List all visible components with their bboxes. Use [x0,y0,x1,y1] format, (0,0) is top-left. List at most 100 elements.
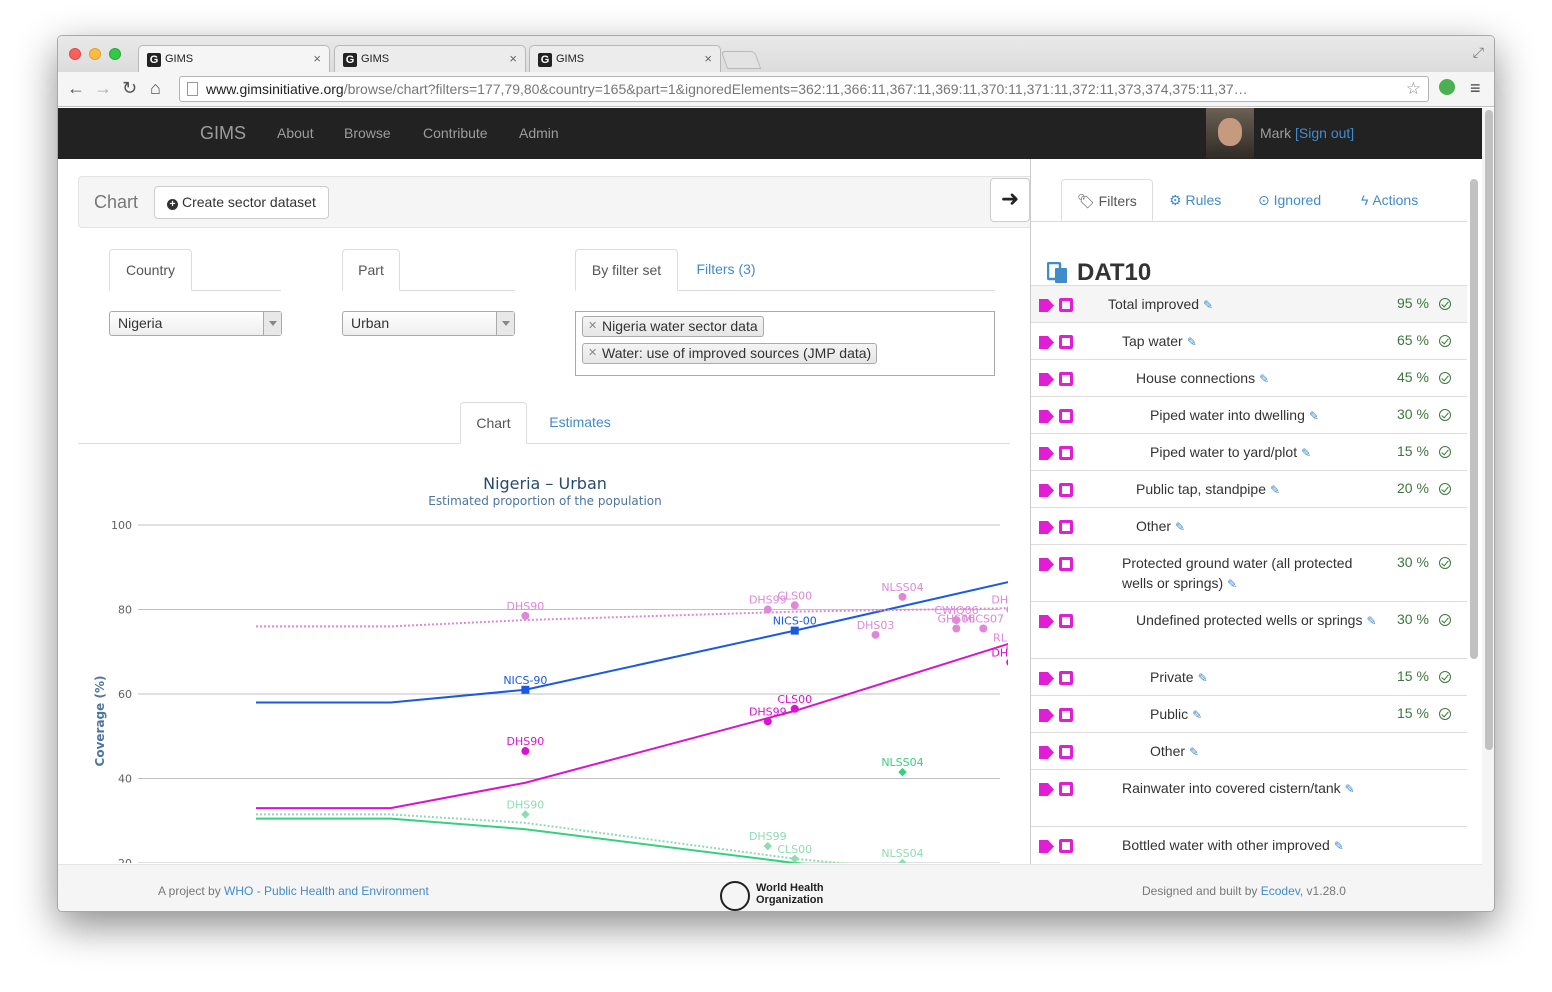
tab-filters[interactable]: Filters (3) [686,249,766,291]
filter-row[interactable]: Other ✎ [1031,732,1467,769]
pencil-icon[interactable]: ✎ [1366,614,1376,628]
copy-icon[interactable] [1059,671,1073,685]
browser-menu-icon[interactable]: ≡ [1470,78,1481,99]
tab-close-icon[interactable]: × [704,51,712,66]
pencil-icon[interactable]: ✎ [1175,520,1185,534]
bookmark-star-icon[interactable]: ☆ [1406,77,1421,101]
tag-icon[interactable] [1039,840,1054,853]
data-point[interactable] [898,592,907,601]
copy-icon[interactable] [1059,557,1073,571]
pencil-icon[interactable]: ✎ [1345,782,1355,796]
copy-icon[interactable] [1059,520,1073,534]
brand-link[interactable]: GIMS [200,123,246,144]
tag-icon[interactable] [1039,672,1054,685]
copy-icon[interactable] [1059,298,1073,312]
tab-ignored[interactable]: ⊙ Ignored [1258,179,1321,221]
panel-scrollbar[interactable] [1469,179,1479,864]
pencil-icon[interactable]: ✎ [1198,671,1208,685]
ecodev-link[interactable]: Ecodev [1261,884,1300,898]
reload-icon[interactable]: ↻ [122,78,137,99]
nav-about[interactable]: About [277,125,314,141]
filter-row[interactable]: Private ✎ 15 % [1031,658,1467,695]
page-scrollbar-thumb[interactable] [1485,110,1493,750]
tab-close-icon[interactable]: × [313,51,321,66]
sign-out-panel-icon[interactable]: ➜ [990,178,1030,222]
pencil-icon[interactable]: ✎ [1227,577,1237,591]
data-point[interactable] [763,605,772,614]
fullscreen-icon[interactable]: ⤢ [1473,44,1484,61]
pencil-icon[interactable]: ✎ [1309,409,1319,423]
filter-row[interactable]: Tap water ✎ 65 % [1031,322,1467,359]
data-point[interactable] [790,601,799,610]
tag-icon[interactable] [1039,521,1054,534]
filter-row[interactable]: Piped water to yard/plot ✎ 15 % [1031,433,1467,470]
copy-icon[interactable] [1059,335,1073,349]
pencil-icon[interactable]: ✎ [1192,708,1202,722]
back-arrow-icon[interactable]: ← [67,78,85,99]
tag-icon[interactable] [1039,615,1054,628]
pencil-icon[interactable]: ✎ [1270,483,1280,497]
copy-icon[interactable] [1059,745,1073,759]
data-point[interactable] [979,624,988,633]
tab-by-filter-set[interactable]: By filter set [575,249,678,291]
user-menu[interactable]: Mark [Sign out] [1260,125,1354,141]
copy-icon[interactable] [1059,483,1073,497]
filter-row[interactable]: Bottled water with other improved ✎ [1031,826,1467,863]
browser-tab-2[interactable]: G GIMS × [334,45,526,72]
copy-icon[interactable] [1059,446,1073,460]
home-icon[interactable]: ⌂ [150,78,161,99]
tab-rules[interactable]: ⚙ Rules [1169,179,1221,221]
tag-icon[interactable] [1039,783,1054,796]
window-minimize-button[interactable] [89,48,101,60]
nav-contribute[interactable]: Contribute [423,125,488,141]
data-point[interactable] [521,611,530,620]
browser-tab-1[interactable]: G GIMS × [138,45,330,72]
tab-part[interactable]: Part [342,249,400,291]
new-tab-button[interactable] [720,51,762,69]
tab-estimates[interactable]: Estimates [538,402,622,444]
data-point[interactable] [952,624,961,633]
data-point[interactable] [898,767,907,777]
country-select[interactable]: Nigeria [109,311,282,336]
tag-icon[interactable] [1039,447,1054,460]
copy-icon[interactable] [1059,708,1073,722]
tab-chart[interactable]: Chart [460,402,527,444]
remove-choice-icon[interactable]: ✕ [588,344,597,363]
copy-icon[interactable] [1059,782,1073,796]
data-point[interactable] [521,685,530,694]
remove-choice-icon[interactable]: ✕ [588,317,597,336]
filter-row[interactable]: Other ✎ [1031,507,1467,544]
copy-icon[interactable] [1059,409,1073,423]
data-point[interactable] [763,841,773,851]
pencil-icon[interactable]: ✎ [1203,298,1213,312]
data-point[interactable] [521,810,530,819]
create-sector-dataset-button[interactable]: + Create sector dataset [154,186,329,219]
tag-icon[interactable] [1039,709,1054,722]
data-point[interactable] [1006,606,1008,614]
filter-row[interactable]: Piped water into dwelling ✎ 30 % [1031,396,1467,433]
tag-icon[interactable] [1039,558,1054,571]
sign-out-link[interactable]: [Sign out] [1295,125,1354,141]
filter-row[interactable]: Public ✎ 15 % [1031,695,1467,732]
part-select[interactable]: Urban [342,311,515,336]
tag-icon[interactable] [1039,299,1054,312]
nav-browse[interactable]: Browse [344,125,391,141]
tab-country[interactable]: Country [109,249,192,291]
pencil-icon[interactable]: ✎ [1189,745,1199,759]
copy-icon[interactable] [1059,839,1073,853]
tag-icon[interactable] [1039,336,1054,349]
tag-icon[interactable] [1039,746,1054,759]
tag-icon[interactable] [1039,373,1054,386]
page-scrollbar[interactable] [1482,108,1494,911]
filter-row[interactable]: Rainwater into covered cistern/tank ✎ [1031,769,1467,826]
browser-tab-3[interactable]: G GIMS × [529,45,721,72]
pencil-icon[interactable]: ✎ [1187,335,1197,349]
tag-icon[interactable] [1039,410,1054,423]
filter-row[interactable]: House connections ✎ 45 % [1031,359,1467,396]
tab-actions[interactable]: ϟ Actions [1361,179,1418,221]
copy-icon[interactable] [1059,614,1073,628]
data-point[interactable] [521,747,530,756]
data-point[interactable] [871,630,880,639]
window-maximize-button[interactable] [109,48,121,60]
forward-arrow-icon[interactable]: → [94,78,112,99]
